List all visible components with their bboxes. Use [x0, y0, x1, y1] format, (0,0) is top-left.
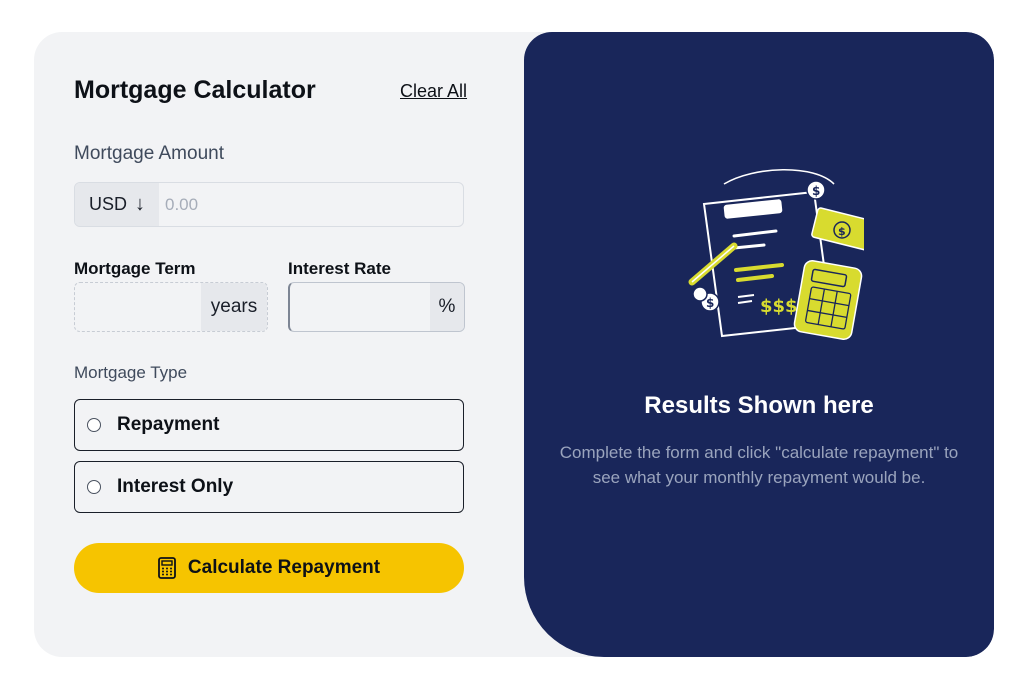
- radio-circle-icon[interactable]: [87, 418, 101, 432]
- currency-prefix: USD ↓: [75, 183, 159, 226]
- mortgage-amount-label: Mortgage Amount: [74, 143, 224, 164]
- svg-text:$: $: [812, 184, 820, 198]
- radio-label-repayment: Repayment: [117, 414, 220, 435]
- arrow-down-icon: ↓: [135, 193, 145, 215]
- interest-rate-input[interactable]: [290, 283, 432, 331]
- empty-results-illustration: $$$ $ $ $: [688, 168, 864, 340]
- svg-text:$: $: [838, 225, 846, 238]
- calculator-card: Mortgage Calculator Clear All Mortgage A…: [34, 32, 994, 657]
- calculator-icon: [158, 557, 176, 579]
- currency-label: USD: [88, 194, 127, 214]
- rate-suffix: %: [430, 283, 464, 331]
- clear-all-link[interactable]: Clear All: [400, 81, 467, 102]
- results-title: Results Shown here: [644, 392, 874, 419]
- calculate-repayment-button[interactable]: Calculate Repayment: [74, 543, 464, 593]
- results-panel: $$$ $ $ $ Results Shown here Complete th…: [524, 32, 994, 657]
- interest-rate-label: Interest Rate: [288, 259, 391, 278]
- mortgage-term-field: years: [74, 282, 268, 332]
- svg-text:$: $: [706, 296, 714, 310]
- term-suffix: years: [201, 283, 267, 331]
- mortgage-amount-field: USD ↓: [74, 182, 464, 227]
- mortgage-term-input[interactable]: [75, 283, 205, 331]
- mortgage-term-label: Mortgage Term: [74, 259, 196, 278]
- mortgage-amount-input[interactable]: [159, 183, 463, 226]
- page-title: Mortgage Calculator: [74, 76, 316, 104]
- mortgage-type-label: Mortgage Type: [74, 363, 188, 382]
- interest-rate-field: %: [288, 282, 465, 332]
- form-panel: Mortgage Calculator Clear All Mortgage A…: [34, 32, 524, 657]
- calculate-button-label: Calculate Repayment: [187, 557, 381, 578]
- radio-label-interest-only: Interest Only: [117, 476, 234, 497]
- radio-option-interest-only[interactable]: Interest Only: [74, 461, 464, 513]
- radio-circle-icon[interactable]: [87, 480, 101, 494]
- svg-text:$$$: $$$: [760, 296, 798, 317]
- radio-option-repayment[interactable]: Repayment: [74, 399, 464, 451]
- results-description: Complete the form and click "calculate r…: [559, 443, 959, 487]
